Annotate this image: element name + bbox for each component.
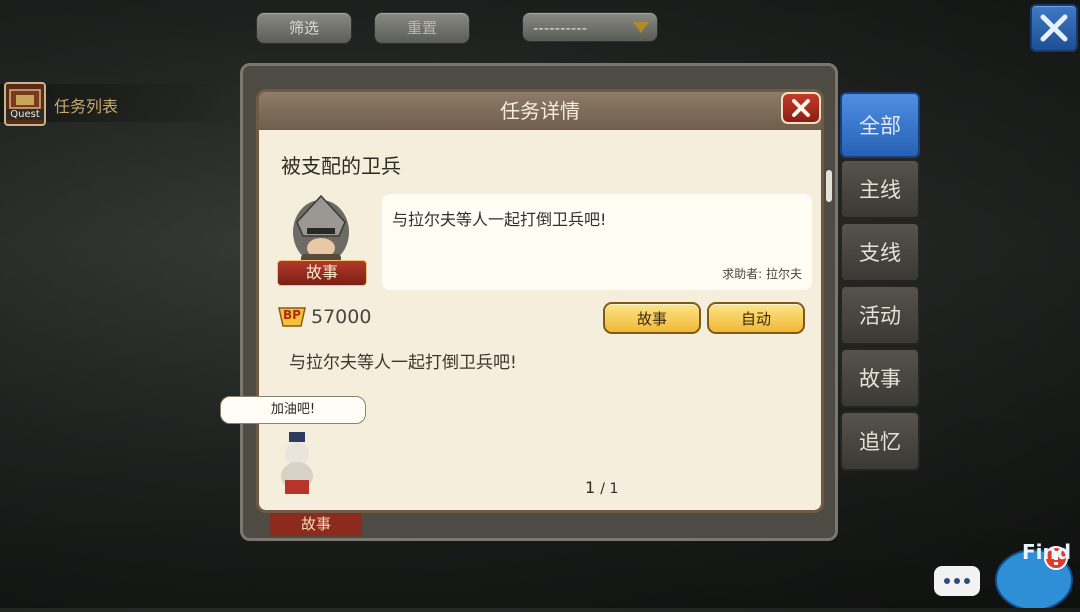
close-icon (792, 99, 810, 117)
close-button[interactable] (1030, 4, 1078, 52)
filter-button[interactable]: 筛选 (256, 12, 352, 44)
quest-list-title: 任务列表 (54, 97, 119, 116)
tab-side[interactable]: 支线 (840, 222, 920, 282)
panel-scrollbar[interactable] (826, 170, 832, 202)
auto-button[interactable]: 自动 (707, 302, 805, 334)
page-current: 1 (585, 478, 596, 497)
bp-icon: BP (277, 306, 307, 328)
find-label: Find (1022, 540, 1072, 564)
mascot-character (277, 430, 317, 500)
bp-value: 57000 (311, 306, 372, 328)
tab-all[interactable]: 全部 (840, 92, 920, 158)
dialog-title: 任务详情 (259, 92, 821, 130)
close-icon (1040, 14, 1068, 42)
tab-memory[interactable]: 追忆 (840, 411, 920, 471)
story-button[interactable]: 故事 (603, 302, 701, 334)
quest-detail-dialog: 任务详情 被支配的卫兵 故事 与拉尔夫等人一起打倒卫兵吧! 求助者: 拉尔夫 B… (256, 89, 824, 513)
mascot-icon (281, 432, 313, 494)
tab-main[interactable]: 主线 (840, 159, 920, 219)
quest-name: 被支配的卫兵 (281, 154, 401, 178)
page-total: / 1 (600, 481, 619, 497)
dialog-close-button[interactable] (781, 92, 821, 124)
reset-button[interactable]: 重置 (374, 12, 470, 44)
quest-icon-caption: Quest (6, 109, 44, 120)
behind-card-badge: 故事 (270, 512, 362, 536)
chat-icon (944, 578, 970, 584)
quest-description: 与拉尔夫等人一起打倒卫兵吧! (392, 210, 607, 229)
quest-body-text: 与拉尔夫等人一起打倒卫兵吧! (289, 353, 517, 373)
chevron-down-icon (633, 22, 649, 33)
dropdown-value: ---------- (533, 19, 588, 37)
quest-helper: 求助者: 拉尔夫 (722, 267, 802, 281)
bp-icon-text: BP (283, 308, 301, 322)
page-indicator: 1 / 1 (585, 478, 618, 497)
description-box: 与拉尔夫等人一起打倒卫兵吧! 求助者: 拉尔夫 (382, 194, 812, 290)
category-dropdown[interactable]: ---------- (522, 12, 658, 42)
speech-bubble: 加油吧! (220, 396, 366, 424)
character-portrait: 故事 (277, 192, 367, 290)
chat-button[interactable] (934, 566, 980, 596)
tab-event[interactable]: 活动 (840, 285, 920, 345)
portrait-badge: 故事 (277, 260, 367, 286)
tab-story[interactable]: 故事 (840, 348, 920, 408)
quest-icon: Quest (4, 82, 46, 126)
